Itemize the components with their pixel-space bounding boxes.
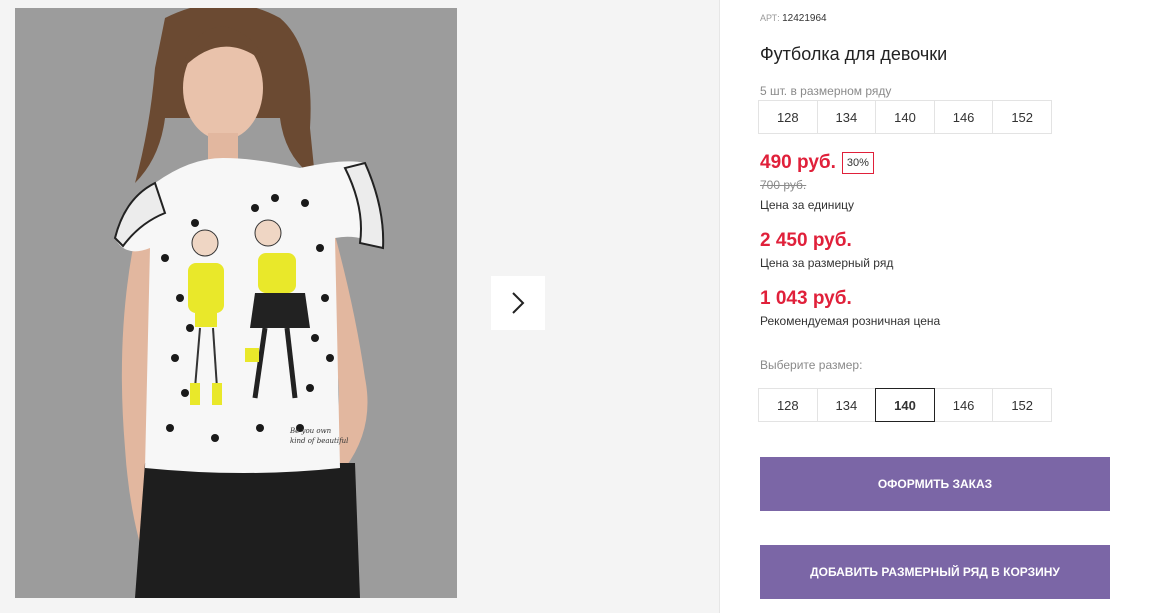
product-gallery: Be you own kind of beautiful [0, 0, 720, 613]
gallery-next-button[interactable] [491, 276, 545, 330]
pack-size-cell: 152 [992, 100, 1052, 134]
unit-price: 490 руб. [760, 152, 836, 173]
pack-size-cell: 128 [758, 100, 818, 134]
chevron-right-icon [512, 292, 525, 314]
size-option-146[interactable]: 146 [933, 388, 994, 422]
svg-text:Be you own: Be you own [289, 427, 332, 435]
size-option-128[interactable]: 128 [758, 388, 818, 422]
unit-price-label: Цена за единицу [760, 198, 855, 212]
size-selector: 128 134 140 146 152 [758, 388, 1052, 422]
size-option-152[interactable]: 152 [992, 388, 1052, 422]
pack-size-cell: 146 [933, 100, 994, 134]
pack-note: 5 шт. в размерном ряду [760, 84, 892, 98]
product-photo[interactable]: Be you own kind of beautiful [15, 8, 457, 598]
article-value: 12421964 [782, 13, 827, 24]
size-option-134[interactable]: 134 [816, 388, 877, 422]
size-option-140[interactable]: 140 [875, 388, 935, 422]
pack-price-label: Цена за размерный ряд [760, 256, 894, 270]
pack-sizes-row: 128 134 140 146 152 [758, 100, 1052, 134]
old-price: 700 руб. [760, 178, 807, 192]
article-label: АРТ: [760, 13, 780, 23]
article-number: АРТ: 12421964 [760, 13, 827, 24]
product-title: Футболка для девочки [760, 44, 948, 64]
retail-price-label: Рекомендуемая розничная цена [760, 314, 941, 328]
discount-badge: 30% [841, 152, 874, 174]
product-photo-illustration: Be you own kind of beautiful [15, 8, 457, 598]
pack-size-cell: 140 [875, 100, 935, 134]
add-pack-to-cart-button[interactable]: ДОБАВИТЬ РАЗМЕРНЫЙ РЯД В КОРЗИНУ [760, 545, 1110, 599]
svg-text:kind of beautiful: kind of beautiful [290, 437, 348, 445]
order-button[interactable]: ОФОРМИТЬ ЗАКАЗ [760, 457, 1110, 511]
pack-size-cell: 134 [816, 100, 877, 134]
retail-price: 1 043 руб. [760, 288, 852, 309]
pack-price: 2 450 руб. [760, 230, 852, 251]
choose-size-label: Выберите размер: [760, 358, 863, 372]
unit-price-block: 490 руб. 30% [760, 152, 874, 174]
